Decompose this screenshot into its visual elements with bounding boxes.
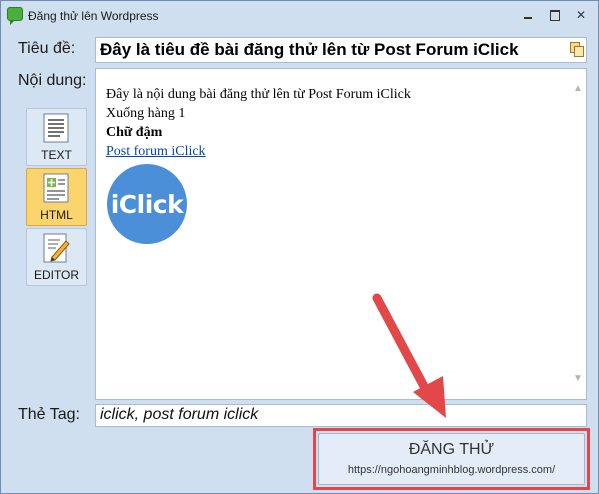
chat-bubble-icon xyxy=(7,7,23,25)
mode-html-label: HTML xyxy=(40,208,73,222)
mode-editor-button[interactable]: EDITOR xyxy=(26,228,87,286)
close-icon: ✕ xyxy=(575,8,587,22)
content-line-2: Xuống hàng 1 xyxy=(106,106,186,121)
title-label: Tiêu đề: xyxy=(18,40,76,57)
copy-icon[interactable] xyxy=(570,42,584,57)
window-title: Đăng thử lên Wordpress xyxy=(28,9,159,23)
editor-pen-icon xyxy=(43,233,70,263)
html-document-icon xyxy=(43,173,69,203)
maximize-button[interactable] xyxy=(547,8,563,22)
iclick-logo: iClick xyxy=(107,164,187,244)
app-window: Đăng thử lên Wordpress ✕ Tiêu đề: Đây là… xyxy=(0,0,599,494)
mode-text-label: TEXT xyxy=(41,148,72,162)
scroll-up-icon[interactable]: ▲ xyxy=(573,84,583,94)
content-editor[interactable]: Đây là nội dung bài đăng thử lên từ Post… xyxy=(95,68,587,400)
scroll-down-icon[interactable]: ▼ xyxy=(573,374,583,384)
tag-field[interactable]: iclick, post forum iclick xyxy=(95,404,587,427)
vertical-scrollbar[interactable]: ▲ ▼ xyxy=(569,69,586,399)
close-button[interactable]: ✕ xyxy=(573,8,589,22)
logo-text: iClick xyxy=(110,190,184,219)
minimize-button[interactable] xyxy=(520,8,536,22)
annotation-highlight-box xyxy=(313,428,590,490)
content-body: Đây là nội dung bài đăng thử lên từ Post… xyxy=(106,85,561,161)
text-document-icon xyxy=(43,113,69,143)
mode-text-button[interactable]: TEXT xyxy=(26,108,87,166)
content-bold-text: Chữ đậm xyxy=(106,125,163,140)
tag-field-value: iclick, post forum iclick xyxy=(100,406,259,423)
title-field-value: Đây là tiêu đề bài đăng thử lên từ Post … xyxy=(100,40,519,59)
content-link[interactable]: Post forum iClick xyxy=(106,144,206,159)
title-bar: Đăng thử lên Wordpress ✕ xyxy=(1,1,598,31)
mode-html-button[interactable]: HTML xyxy=(26,168,87,226)
tag-label: Thẻ Tag: xyxy=(18,406,80,423)
content-line-1: Đây là nội dung bài đăng thử lên từ Post… xyxy=(106,87,411,102)
maximize-icon xyxy=(550,10,560,21)
content-label: Nội dung: xyxy=(18,72,87,89)
mode-editor-label: EDITOR xyxy=(33,268,80,282)
minimize-icon xyxy=(524,17,532,19)
title-field[interactable]: Đây là tiêu đề bài đăng thử lên từ Post … xyxy=(95,37,587,63)
